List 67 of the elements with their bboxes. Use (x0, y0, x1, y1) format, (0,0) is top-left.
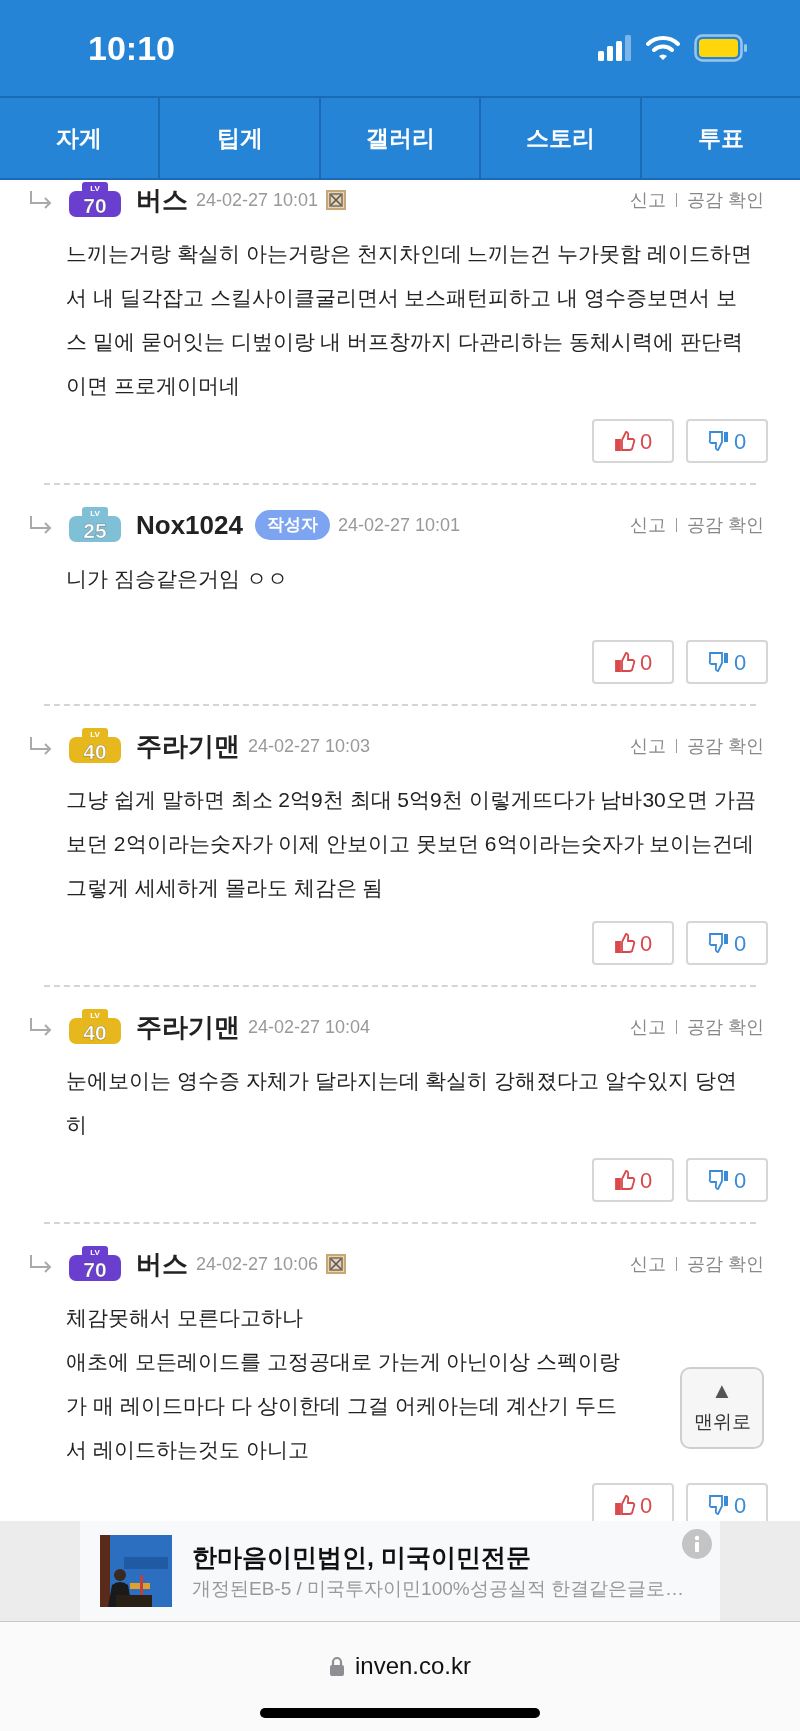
reply-arrow-icon (28, 1017, 54, 1037)
report-link[interactable]: 신고 (630, 186, 666, 214)
wifi-icon (646, 35, 680, 61)
nav-tab[interactable]: 스토리 (479, 98, 640, 178)
comment-date: 24-02-27 10:01 (337, 513, 461, 537)
nav-tab[interactable]: 자게 (0, 98, 159, 178)
battery-icon (694, 34, 748, 62)
downvote-button[interactable]: 0 (686, 419, 768, 463)
thumbs-down-icon (707, 651, 730, 673)
comment-text: 그냥 쉽게 말하면 최소 2억9천 최대 5억9천 이렇게뜨다가 남바30오면 가끔보던 2억이라는숫자가 이제 안보이고 못보던 6억이라는숫자가 보이는건데 그렇게 세세하게 몰라도 체감은 됨 (65, 787, 756, 901)
reply-arrow-icon (28, 1254, 54, 1274)
author-name[interactable]: 버스 (136, 180, 188, 220)
thumbs-up-icon (613, 1169, 636, 1191)
thumbs-up-icon (613, 651, 636, 673)
likes-check-link[interactable]: 공감 확인 (687, 511, 764, 539)
likes-check-link[interactable]: 공감 확인 (687, 1013, 764, 1041)
upvote-button[interactable]: 0 (592, 640, 674, 684)
author-tag: 작성자 (254, 510, 330, 540)
thumbs-down-icon (707, 932, 730, 954)
thumbs-down-icon (707, 1169, 730, 1191)
thumbs-up-icon (613, 430, 636, 452)
downvote-button[interactable]: 0 (686, 921, 768, 965)
author-name[interactable]: Nox1024 (136, 505, 243, 545)
report-link[interactable]: 신고 (630, 511, 666, 539)
comment-text: 체감못해서 모른다고하나 애초에 모든레이드를 고정공대로 가는게 아닌이상 스펙이랑 가 매 레이드마다 다 상이한데 그걸 어케아는데 계산기 두드 서 레이드하는것도 아니고 (65, 1305, 622, 1463)
ad-card[interactable]: 한마음이민법인, 미국이민전문 개정된EB-5 / 미국투자이민100%성공실적 한결같은글로… (80, 1521, 720, 1621)
upvote-button[interactable]: 0 (592, 1483, 674, 1521)
downvote-button[interactable]: 0 (686, 1158, 768, 1202)
thumbs-up-icon (613, 1494, 636, 1516)
thumbs-down-icon (707, 1494, 730, 1516)
likes-check-link[interactable]: 공감 확인 (687, 1250, 764, 1278)
ad-description: 개정된EB-5 / 미국투자이민100%성공실적 한결같은글로… (192, 1576, 684, 1601)
comment-date: 24-02-27 10:06 (196, 1252, 319, 1276)
report-link[interactable]: 신고 (630, 732, 666, 760)
report-link[interactable]: 신고 (630, 1250, 666, 1278)
upvote-button[interactable]: 0 (592, 921, 674, 965)
comment-text: 니가 짐승같은거임 ㅇㅇ (65, 566, 289, 592)
thumbs-down-icon (707, 430, 730, 452)
back-to-top-button[interactable]: ▲ 맨위로 (680, 1367, 764, 1449)
status-time: 10:10 (88, 27, 175, 69)
comment-date: 24-02-27 10:04 (248, 1015, 371, 1039)
author-name[interactable]: 주라기맨 (136, 1007, 240, 1047)
downvote-button[interactable]: 0 (686, 640, 768, 684)
upvote-button[interactable]: 0 (592, 1158, 674, 1202)
signal-icon (598, 35, 632, 61)
comment-date: 24-02-27 10:03 (248, 734, 371, 758)
comment-text: 눈에보이는 영수증 자체가 달라지는데 확실히 강해졌다고 알수있지 당연히 (65, 1068, 738, 1138)
author-name[interactable]: 주라기맨 (136, 726, 240, 766)
reply-arrow-icon (28, 190, 54, 210)
ad-title: 한마음이민법인, 미국이민전문 (192, 1541, 532, 1573)
thumbs-up-icon (613, 932, 636, 954)
nav-tab[interactable]: 팁게 (158, 98, 319, 178)
nav-tab[interactable]: 투표 (639, 98, 800, 178)
comment-text: 느끼는거랑 확실히 아는거랑은 천지차인데 느끼는건 누가못함 레이드하면서 내 딜각잡고 스킬사이클굴리면서 보스패턴피하고 내 영수증보면서 보스 밑에 묻어잇는 디벞이랑 내 버프창까지 다관리하는 동체시력에 판단력이면 프로게이머네 (65, 241, 753, 399)
nav-tab[interactable]: 갤러리 (318, 98, 480, 178)
downvote-button[interactable]: 0 (686, 1483, 768, 1521)
author-name[interactable]: 버스 (136, 1244, 188, 1284)
report-link[interactable]: 신고 (630, 1013, 666, 1041)
comment-date: 24-02-27 10:01 (196, 188, 319, 212)
upvote-button[interactable]: 0 (592, 419, 674, 463)
reply-arrow-icon (28, 736, 54, 756)
likes-check-link[interactable]: 공감 확인 (687, 732, 764, 760)
url-text[interactable]: inven.co.kr (354, 1648, 472, 1684)
reply-arrow-icon (28, 515, 54, 535)
lock-icon (328, 1656, 345, 1676)
likes-check-link[interactable]: 공감 확인 (687, 186, 764, 214)
info-icon[interactable] (682, 1529, 712, 1559)
